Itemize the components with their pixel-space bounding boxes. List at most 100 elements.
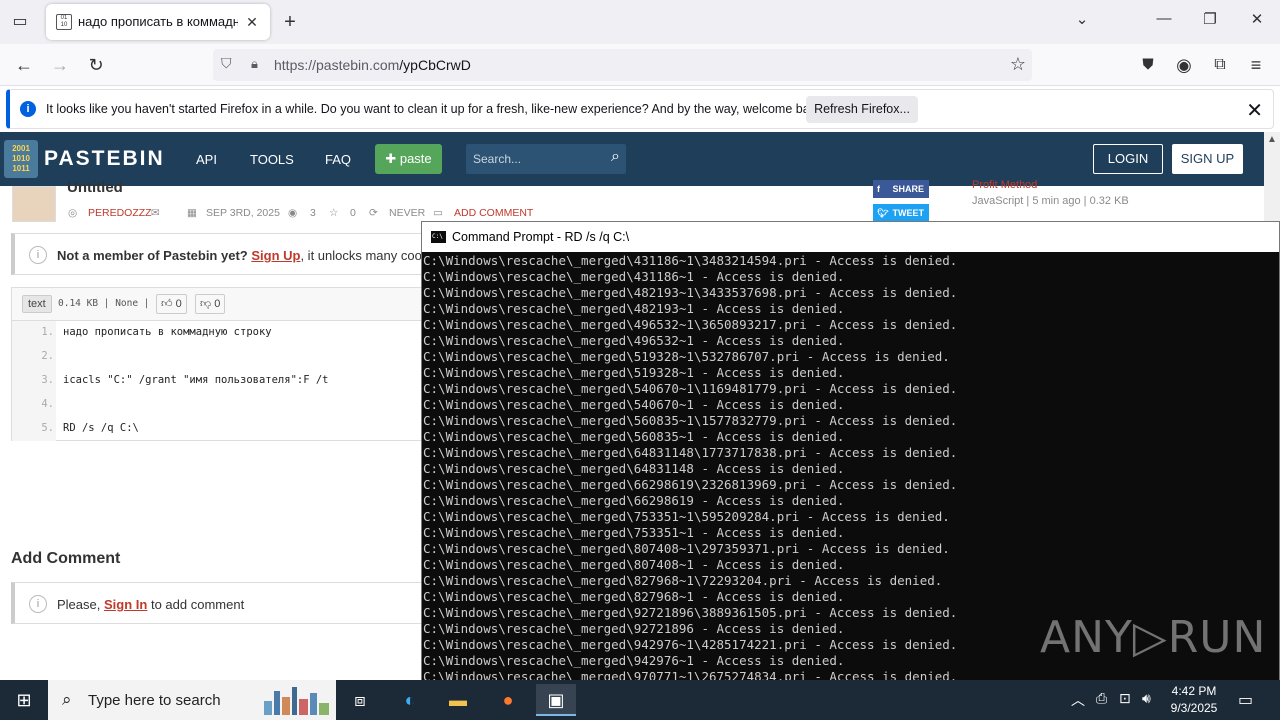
facebook-share-button[interactable]: f SHARE	[873, 180, 929, 198]
minimize-icon[interactable]: —	[1152, 10, 1176, 27]
command-output-line: C:\Windows\rescache\_merged\496532~1\365…	[423, 317, 958, 332]
notifications-icon[interactable]: ▭	[1238, 690, 1253, 710]
volume-icon[interactable]: 🔊︎	[1142, 690, 1151, 707]
tab-list-icon[interactable]: ▭	[8, 10, 32, 34]
code-line: 4.	[12, 393, 432, 417]
url-bar[interactable]: ⛉ 🔒︎ https://pastebin.com/ypCbCrwD ☆	[213, 49, 1032, 81]
thumbs-down-icon: 👎︎	[200, 298, 212, 310]
star-icon[interactable]: ☆	[329, 207, 338, 219]
close-notification-icon[interactable]: ✕	[1246, 98, 1263, 123]
like-button[interactable]: 👍︎ 0	[156, 294, 187, 314]
comment-icon: ▭	[433, 207, 443, 219]
tracking-shield-icon[interactable]: ⛉	[221, 55, 232, 72]
edge-icon[interactable]: ◐	[390, 684, 430, 716]
command-output-line: C:\Windows\rescache\_merged\519328~1\532…	[423, 349, 950, 364]
close-tab-icon[interactable]: ✕	[242, 12, 262, 32]
chevron-down-icon[interactable]: ⌄	[1070, 10, 1094, 28]
bookmark-star-icon[interactable]: ☆	[1010, 54, 1026, 75]
search-input[interactable]: Search... ⌕	[466, 144, 626, 174]
signup-button[interactable]: SIGN UP	[1172, 144, 1243, 174]
dislike-button[interactable]: 👎︎ 0	[195, 294, 226, 314]
syntax-badge[interactable]: text	[22, 295, 52, 313]
command-output-line: C:\Windows\rescache\_merged\66298619 - A…	[423, 493, 845, 508]
device-icon[interactable]: ⎙	[1096, 690, 1107, 707]
browser-tab[interactable]: 0110 надо прописать в коммадную ✕	[46, 4, 270, 40]
pastebin-header: 2001 1010 1011 PASTEBIN API TOOLS FAQ ✚ …	[0, 132, 1264, 186]
forward-icon[interactable]: →	[48, 53, 72, 77]
message-icon[interactable]: ✉	[151, 207, 160, 219]
paste-size-info: 0.14 KB | None |	[58, 298, 150, 309]
add-comment-link[interactable]: ADD COMMENT	[454, 207, 533, 219]
back-icon[interactable]: ←	[12, 53, 36, 77]
search-icon[interactable]: ⌕	[611, 148, 620, 166]
firefox-icon[interactable]: ●	[488, 684, 528, 716]
system-clock[interactable]: 4:42 PM 9/3/2025	[1160, 683, 1228, 717]
related-paste-meta: JavaScript | 5 min ago | 0.32 KB	[972, 195, 1129, 207]
avatar[interactable]	[12, 186, 56, 222]
extensions-icon[interactable]: ⧉	[1208, 53, 1232, 77]
signup-notice-rest: , it unlocks many cool	[300, 248, 425, 263]
taskbar-search-input[interactable]: ⌕ Type here to search	[48, 680, 336, 720]
info-icon: i	[20, 101, 36, 117]
search-placeholder: Search...	[473, 152, 522, 166]
windows-start-icon[interactable]: ⊞	[0, 680, 48, 720]
url-domain: https://pastebin.com	[274, 57, 400, 73]
login-button[interactable]: LOGIN	[1093, 144, 1163, 174]
command-output-line: C:\Windows\rescache\_merged\560835~1 - A…	[423, 429, 845, 444]
nav-faq[interactable]: FAQ	[325, 152, 351, 167]
code-line: 3. icacls "C:" /grant "имя пользователя":…	[12, 369, 432, 393]
reload-icon[interactable]: ↻	[84, 53, 108, 77]
signup-link[interactable]: Sign Up	[251, 248, 300, 263]
line-text: RD /s /q C:\	[63, 422, 139, 434]
line-number: 1.	[41, 326, 54, 338]
line-number: 3.	[41, 374, 54, 386]
pastebin-favicon-icon: 01 10	[56, 14, 72, 30]
new-paste-button[interactable]: ✚ paste	[375, 144, 442, 174]
task-view-icon[interactable]: ⧈	[340, 684, 380, 716]
tab-title: надо прописать в коммадную	[78, 14, 238, 29]
command-prompt-taskbar-icon[interactable]: ▣	[536, 684, 576, 716]
scroll-up-icon[interactable]: ▲	[1267, 134, 1277, 145]
signup-notice: i Not a member of Pastebin yet? Sign Up,…	[11, 233, 431, 275]
code-line: 5. RD /s /q C:\	[12, 417, 432, 441]
pastebin-brand[interactable]: PASTEBIN	[44, 147, 165, 171]
code-block[interactable]: 1. надо прописать в коммадную строку 2. 3…	[11, 321, 431, 441]
nav-api[interactable]: API	[196, 152, 217, 167]
command-output-line: C:\Windows\rescache\_merged\807408~1 - A…	[423, 557, 845, 572]
info-icon: i	[29, 246, 47, 264]
refresh-firefox-button[interactable]: Refresh Firefox...	[806, 96, 918, 123]
file-explorer-icon[interactable]: ▬	[438, 684, 478, 716]
user-icon: ◎	[68, 207, 78, 219]
please-text: Please,	[57, 597, 101, 612]
related-paste-title[interactable]: Profit Method	[972, 179, 1037, 191]
show-hidden-icons-icon[interactable]: ︿	[1071, 690, 1085, 710]
command-prompt-titlebar[interactable]: C:\ Command Prompt - RD /s /q C:\	[422, 222, 1279, 252]
pocket-icon[interactable]: ⛊	[1136, 53, 1160, 77]
command-output-line: C:\Windows\rescache\_merged\827968~1\722…	[423, 573, 943, 588]
search-highlight-icon	[264, 687, 329, 715]
url-path: /ypCbCrwD	[399, 57, 471, 73]
lock-icon[interactable]: 🔒︎	[251, 56, 258, 72]
share-label: SHARE	[892, 184, 924, 194]
like-count: 0	[175, 298, 182, 310]
command-output-line: C:\Windows\rescache\_merged\753351~1 - A…	[423, 525, 845, 540]
expiry-icon: ⟳	[369, 207, 378, 219]
post-author[interactable]: PEREDOZZZ	[88, 207, 152, 219]
sign-in-link[interactable]: Sign In	[104, 597, 147, 612]
command-output-line: C:\Windows\rescache\_merged\431186~1\348…	[423, 253, 958, 268]
new-tab-icon[interactable]: +	[280, 10, 300, 34]
nav-tools[interactable]: TOOLS	[250, 152, 294, 167]
twitter-share-button[interactable]: 🐦︎ TWEET	[873, 204, 929, 222]
restore-icon[interactable]: ❐	[1198, 10, 1222, 28]
url-text[interactable]: https://pastebin.com/ypCbCrwD	[274, 57, 471, 73]
command-output-line: C:\Windows\rescache\_merged\431186~1 - A…	[423, 269, 845, 284]
paste-label: paste	[399, 151, 432, 166]
firefox-refresh-notification: i It looks like you haven't started Fire…	[6, 89, 1274, 129]
code-line: 1. надо прописать в коммадную строку	[12, 321, 432, 345]
pastebin-logo-icon[interactable]: 2001 1010 1011	[4, 140, 38, 178]
twitter-icon: 🐦︎	[877, 208, 889, 218]
menu-icon[interactable]: ≡	[1244, 53, 1268, 77]
account-icon[interactable]: ◉	[1172, 53, 1196, 77]
network-icon[interactable]: ⊡	[1119, 690, 1131, 707]
close-window-icon[interactable]: ✕	[1245, 10, 1269, 28]
